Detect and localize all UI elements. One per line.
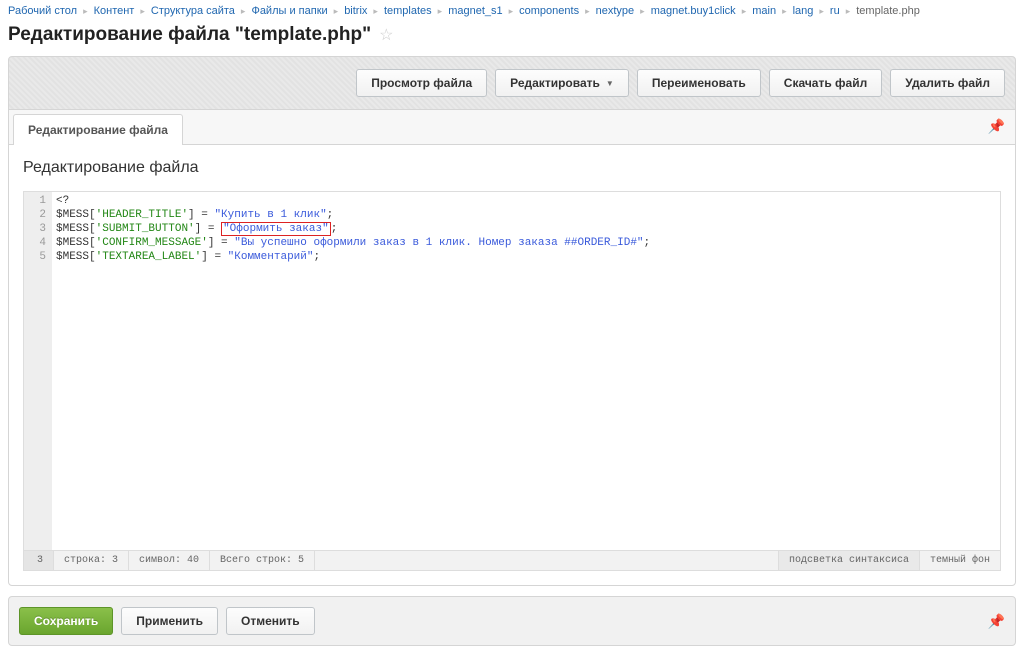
action-toolbar: Просмотр файла Редактировать ▼ Переимено… xyxy=(8,56,1016,110)
pin-icon[interactable]: 📌 xyxy=(988,118,1005,135)
breadcrumb-item[interactable]: Файлы и папки xyxy=(251,5,327,17)
chevron-right-icon: ▸ xyxy=(371,6,380,17)
breadcrumb-item: template.php xyxy=(856,5,920,17)
breadcrumb-item[interactable]: Контент xyxy=(94,5,135,17)
chevron-right-icon: ▸ xyxy=(780,6,789,17)
chevron-right-icon: ▸ xyxy=(436,6,445,17)
edit-dropdown-button[interactable]: Редактировать ▼ xyxy=(495,69,629,97)
save-button[interactable]: Сохранить xyxy=(19,607,113,635)
code-editor[interactable]: 12345 <?$MESS['HEADER_TITLE'] = "Купить … xyxy=(23,191,1001,571)
status-line: строка: 3 xyxy=(54,551,129,570)
breadcrumb-item[interactable]: templates xyxy=(384,5,432,17)
apply-button[interactable]: Применить xyxy=(121,607,218,635)
status-col: символ: 40 xyxy=(129,551,210,570)
editor-status-bar: 3 строка: 3 символ: 40 Всего строк: 5 по… xyxy=(24,550,1000,570)
download-button[interactable]: Скачать файл xyxy=(769,69,882,97)
panel-heading: Редактирование файла xyxy=(23,159,1001,177)
tabs: Редактирование файла 📌 xyxy=(8,110,1016,144)
breadcrumb-item[interactable]: magnet_s1 xyxy=(448,5,502,17)
page-title: Редактирование файла "template.php" xyxy=(8,24,371,46)
breadcrumb-item[interactable]: components xyxy=(519,5,579,17)
save-bar: Сохранить Применить Отменить 📌 xyxy=(8,596,1016,646)
breadcrumb-item[interactable]: main xyxy=(752,5,776,17)
line-gutter: 12345 xyxy=(24,192,52,550)
chevron-right-icon: ▸ xyxy=(638,6,647,17)
title-row: Редактирование файла "template.php" ☆ xyxy=(0,22,1024,56)
status-line-number: 3 xyxy=(24,551,54,570)
dark-mode-toggle[interactable]: темный фон xyxy=(919,551,1000,570)
delete-button[interactable]: Удалить файл xyxy=(890,69,1005,97)
chevron-right-icon: ▸ xyxy=(844,6,853,17)
editor-panel: Редактирование файла 12345 <?$MESS['HEAD… xyxy=(8,144,1016,586)
breadcrumb-item[interactable]: lang xyxy=(793,5,814,17)
chevron-down-icon: ▼ xyxy=(606,79,614,88)
chevron-right-icon: ▸ xyxy=(817,6,826,17)
syntax-highlight-toggle[interactable]: подсветка синтаксиса xyxy=(778,551,919,570)
edit-button-label: Редактировать xyxy=(510,76,600,90)
chevron-right-icon: ▸ xyxy=(332,6,341,17)
chevron-right-icon: ▸ xyxy=(81,6,90,17)
breadcrumb-item[interactable]: nextype xyxy=(596,5,635,17)
breadcrumb: Рабочий стол▸Контент▸Структура сайта▸Фай… xyxy=(0,0,1024,22)
status-total: Всего строк: 5 xyxy=(210,551,315,570)
chevron-right-icon: ▸ xyxy=(138,6,147,17)
view-file-button[interactable]: Просмотр файла xyxy=(356,69,487,97)
rename-button[interactable]: Переименовать xyxy=(637,69,761,97)
chevron-right-icon: ▸ xyxy=(507,6,516,17)
code-content[interactable]: <?$MESS['HEADER_TITLE'] = "Купить в 1 кл… xyxy=(52,192,1000,550)
chevron-right-icon: ▸ xyxy=(239,6,248,17)
breadcrumb-item[interactable]: Структура сайта xyxy=(151,5,235,17)
chevron-right-icon: ▸ xyxy=(583,6,592,17)
cancel-button[interactable]: Отменить xyxy=(226,607,315,635)
chevron-right-icon: ▸ xyxy=(740,6,749,17)
breadcrumb-item[interactable]: ru xyxy=(830,5,840,17)
favorite-star-icon[interactable]: ☆ xyxy=(379,25,393,45)
tab-edit-file[interactable]: Редактирование файла xyxy=(13,114,183,145)
pin-icon[interactable]: 📌 xyxy=(988,613,1005,630)
breadcrumb-item[interactable]: Рабочий стол xyxy=(8,5,77,17)
breadcrumb-item[interactable]: magnet.buy1click xyxy=(651,5,736,17)
breadcrumb-item[interactable]: bitrix xyxy=(344,5,367,17)
